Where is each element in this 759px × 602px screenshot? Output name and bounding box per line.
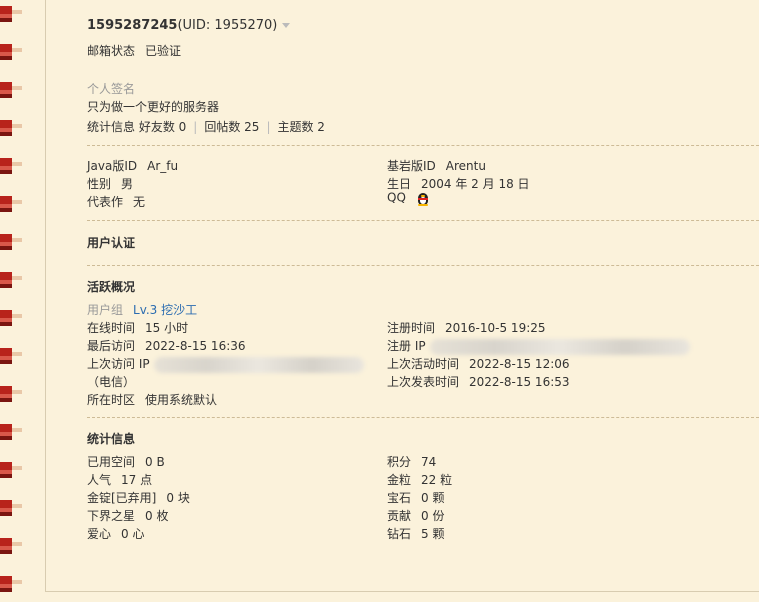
divider — [87, 417, 759, 418]
qq-penguin-icon[interactable] — [416, 190, 430, 206]
redacted-ip — [153, 356, 364, 373]
gold-nuggets: 金粒 22 粒 — [387, 473, 453, 487]
user-group: 用户组 Lv.3 挖沙工 — [87, 303, 198, 317]
divider — [87, 220, 759, 221]
register-ip: 注册 IP — [387, 337, 690, 355]
last-active-time: 上次活动时间 2022-8-15 12:06 — [387, 357, 570, 371]
stats-summary: 统计信息 好友数 0 | 回帖数 25 | 主题数 2 — [87, 120, 325, 134]
signature-label: 个人签名 — [87, 82, 136, 96]
popularity: 人气 17 点 — [87, 473, 153, 487]
friends-link[interactable]: 好友数 0 — [139, 120, 186, 134]
email-status: 邮箱状态 已验证 — [87, 44, 182, 58]
divider — [87, 145, 759, 146]
signature-value: 只为做一个更好的服务器 — [87, 100, 220, 114]
profile-panel: 1595287245(UID: 1955270) 邮箱状态 已验证 个人签名 只为… — [45, 0, 759, 592]
decorative-left-border — [0, 0, 22, 602]
divider — [87, 265, 759, 266]
java-id: Java版ID Ar_fu — [87, 159, 179, 173]
topics-link[interactable]: 主题数 2 — [277, 120, 324, 134]
section-title-stats: 统计信息 — [87, 432, 136, 446]
gems: 宝石 0 颗 — [387, 491, 445, 505]
nether-stars: 下界之星 0 枚 — [87, 509, 169, 523]
bedrock-id: 基岩版ID Arentu — [387, 159, 486, 173]
contribution: 贡献 0 份 — [387, 509, 445, 523]
register-time: 注册时间 2016-10-5 19:25 — [387, 321, 546, 335]
used-space: 已用空间 0 B — [87, 455, 165, 469]
chevron-down-icon[interactable] — [282, 23, 291, 28]
uid-text: (UID: 1955270) — [177, 18, 278, 33]
last-visit-ip: 上次访问 IP — [87, 355, 364, 373]
timezone: 所在时区 使用系统默认 — [87, 393, 218, 407]
qq: QQ — [387, 190, 430, 206]
gender: 性别男 — [87, 177, 134, 191]
username: 1595287245 — [87, 18, 178, 33]
points: 积分 74 — [387, 455, 437, 469]
gold-ingots: 金锭[已弃用] 0 块 — [87, 491, 190, 505]
representative-work: 代表作无 — [87, 195, 146, 209]
section-title-activity: 活跃概况 — [87, 280, 136, 294]
replies-link[interactable]: 回帖数 25 — [204, 120, 259, 134]
isp: （电信） — [87, 375, 136, 389]
profile-header: 1595287245(UID: 1955270) — [87, 18, 291, 33]
redacted-ip — [429, 338, 690, 355]
last-visit: 最后访问 2022-8-15 16:36 — [87, 339, 246, 353]
section-title-auth: 用户认证 — [87, 236, 136, 250]
user-group-link[interactable]: Lv.3 挖沙工 — [133, 303, 197, 317]
last-post-time: 上次发表时间 2022-8-15 16:53 — [387, 375, 570, 389]
hearts: 爱心 0 心 — [87, 527, 145, 541]
online-time: 在线时间 15 小时 — [87, 321, 189, 335]
diamonds: 钻石 5 颗 — [387, 527, 445, 541]
